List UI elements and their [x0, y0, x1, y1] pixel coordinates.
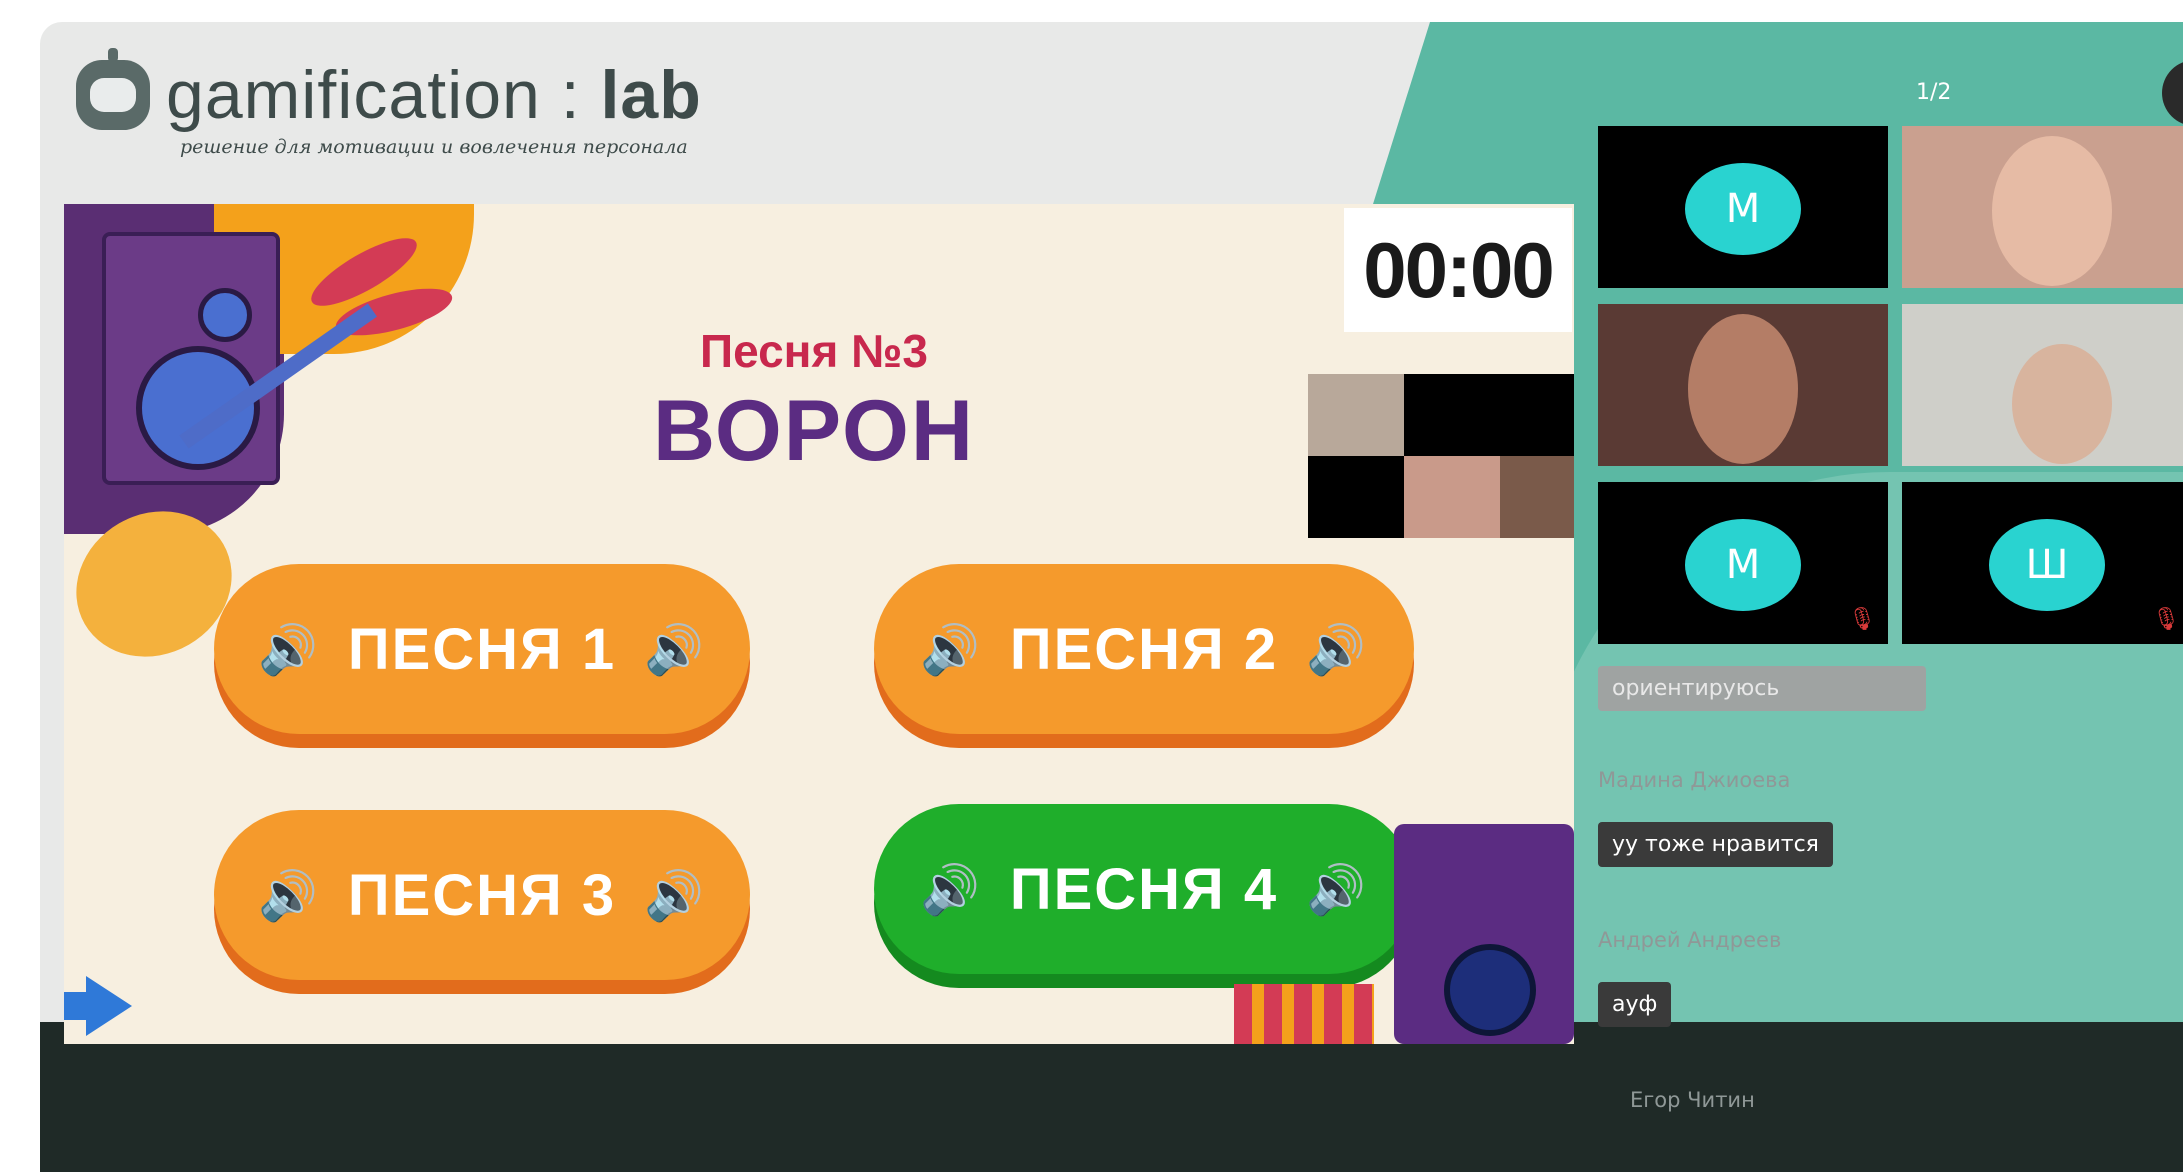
participant-video-face: [1688, 314, 1798, 464]
song-3-button[interactable]: 🔊 ПЕСНЯ 3 🔊: [214, 810, 750, 980]
brand-name-part1: gamification: [166, 57, 541, 133]
brand-name-part2: lab: [600, 57, 702, 133]
song-title: ВОРОН: [652, 383, 976, 479]
song-1-label: ПЕСНЯ 1: [347, 616, 617, 682]
chat-message: ауф: [1598, 982, 1672, 1027]
speaker-icon: 🔊: [920, 861, 982, 918]
speaker-icon: 🔊: [1306, 861, 1368, 918]
page-indicator: 1/2: [1916, 80, 1952, 105]
brand-logo: gamification : lab: [76, 48, 702, 130]
speaker-icon: 🔊: [1306, 621, 1368, 678]
song-2-button[interactable]: 🔊 ПЕСНЯ 2 🔊: [874, 564, 1414, 734]
chat-sender-name: Егор Читин: [1630, 1088, 1755, 1112]
participant-tile[interactable]: Ш 🎙: [1902, 482, 2183, 644]
song-4-button[interactable]: 🔊 ПЕСНЯ 4 🔊: [874, 804, 1414, 974]
participant-avatar: М: [1685, 519, 1801, 611]
song-2-label: ПЕСНЯ 2: [1009, 616, 1279, 682]
chat-message: уу тоже нравится: [1598, 822, 1833, 867]
participant-video-face: [2012, 344, 2112, 464]
brand-name: gamification : lab: [166, 60, 702, 130]
song-1-button[interactable]: 🔊 ПЕСНЯ 1 🔊: [214, 564, 750, 734]
brand-tagline: решение для мотивации и вовлечения персо…: [180, 136, 688, 158]
participant-avatar: М: [1685, 163, 1801, 255]
mini-video-tile: [1308, 374, 1404, 456]
participant-tile[interactable]: М: [1598, 126, 1888, 288]
chat-sender-name: Андрей Андреев: [1598, 928, 1782, 952]
participant-video-face: [1992, 136, 2112, 286]
speaker-icon: 🔊: [644, 867, 706, 924]
next-arrow-icon[interactable]: [86, 976, 132, 1036]
countdown-timer: 00:00: [1344, 208, 1572, 332]
mini-video-tile: [1404, 456, 1500, 538]
song-4-label: ПЕСНЯ 4: [1009, 856, 1279, 922]
participant-video-tile[interactable]: [1598, 304, 1888, 466]
speaker-tweeter-icon: [198, 288, 252, 342]
song-3-label: ПЕСНЯ 3: [347, 862, 617, 928]
speaker-icon: 🔊: [920, 621, 982, 678]
song-number: Песня №3: [700, 325, 928, 377]
participant-video-tile[interactable]: [1902, 126, 2183, 288]
boombox-speaker-icon: [1444, 944, 1536, 1036]
speaker-icon: 🔊: [258, 867, 320, 924]
decor-stripes: [1234, 984, 1374, 1044]
speaker-decor-icon: [102, 232, 280, 485]
mini-video-grid: [1308, 374, 1574, 538]
boombox-decor-icon: [1394, 824, 1574, 1044]
mini-video-tile: [1404, 374, 1574, 456]
quiz-slide: 00:00 Песня №3 ВОРОН 🔊 ПЕСНЯ 1 🔊 🔊 ПЕСНЯ…: [64, 204, 1574, 1044]
speaker-icon: 🔊: [258, 621, 320, 678]
participant-video-tile[interactable]: [1902, 304, 2183, 466]
brand-name-separator: :: [540, 57, 601, 133]
mini-video-tile: [1500, 456, 1574, 538]
speaker-icon: 🔊: [644, 621, 706, 678]
chat-sender-name: Мадина Джиоева: [1598, 768, 1791, 792]
mic-muted-icon: 🎙: [1848, 607, 1876, 632]
participant-tile[interactable]: М 🎙: [1598, 482, 1888, 644]
robot-logo-icon: [76, 48, 150, 130]
mic-muted-icon: 🎙: [2152, 607, 2180, 632]
app-frame: gamification : lab решение для мотивации…: [40, 22, 2183, 1172]
participant-avatar: Ш: [1989, 519, 2105, 611]
chat-message: ориентируюсь: [1598, 666, 1926, 711]
mini-video-tile: [1308, 456, 1404, 538]
